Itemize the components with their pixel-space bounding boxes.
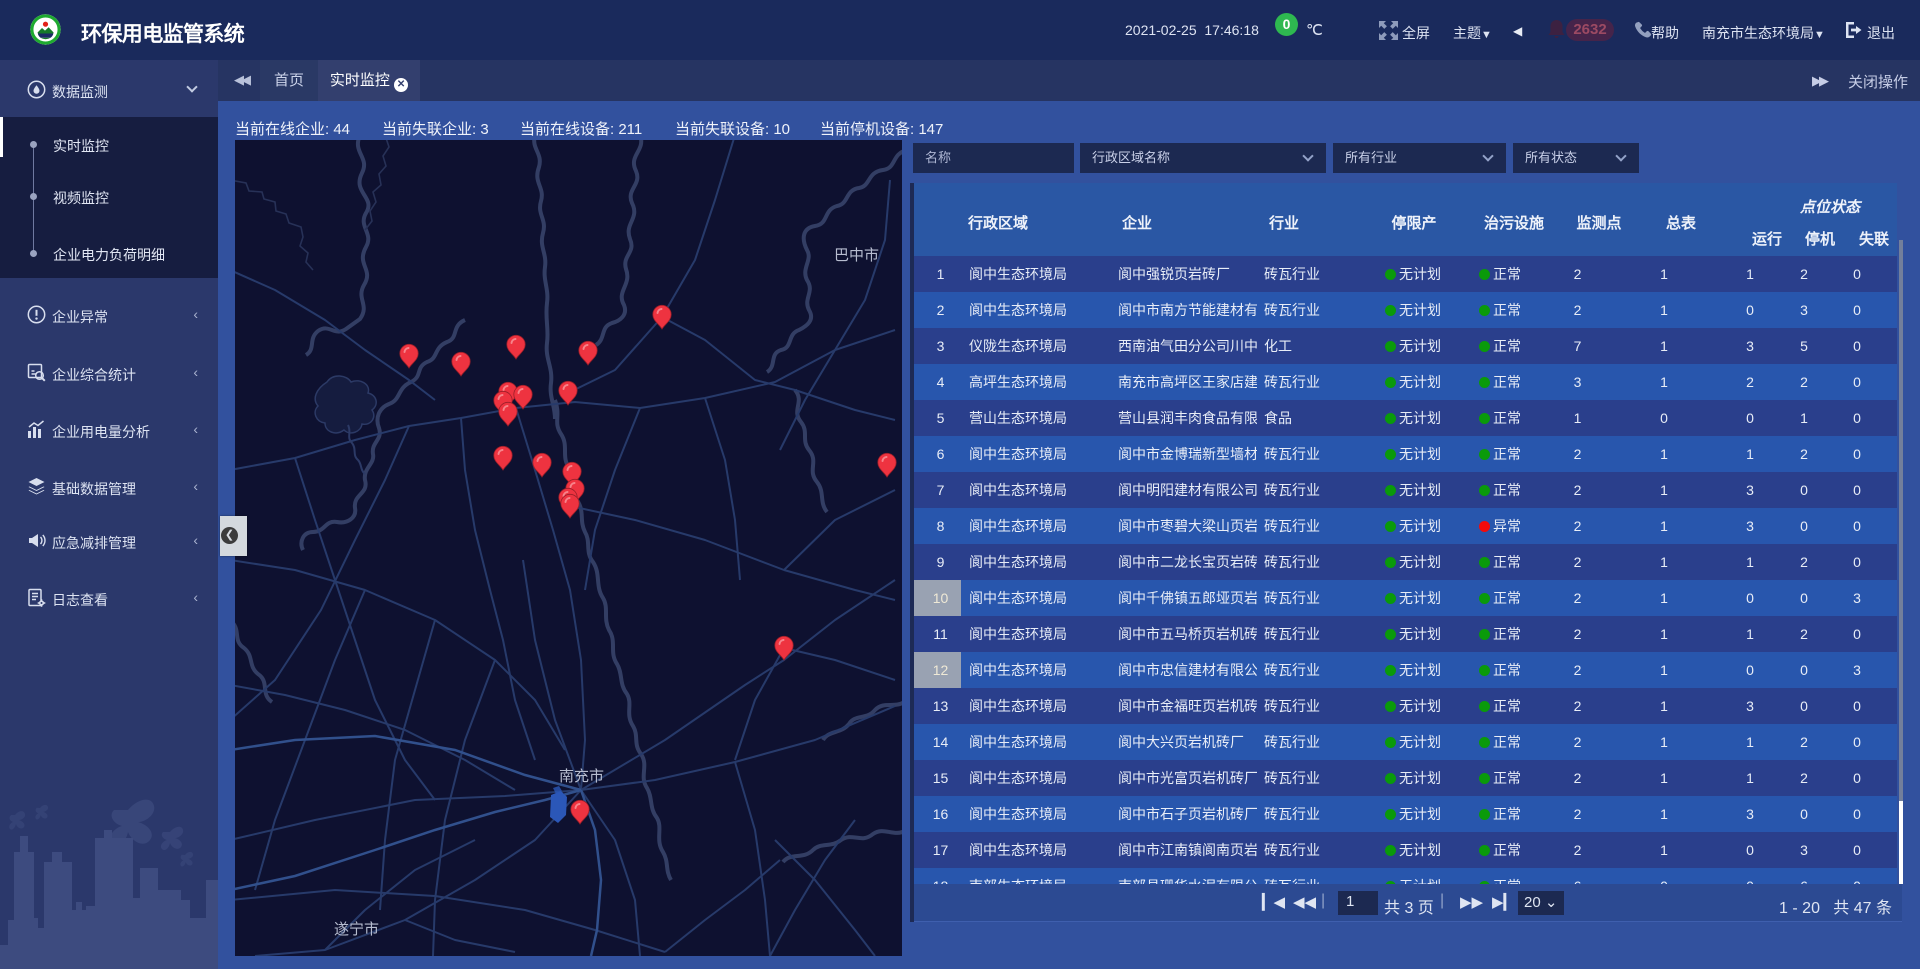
- svg-text:遂宁市: 遂宁市: [334, 921, 379, 938]
- svg-text:巴中市: 巴中市: [834, 247, 879, 264]
- svg-text:南充市: 南充市: [559, 768, 604, 785]
